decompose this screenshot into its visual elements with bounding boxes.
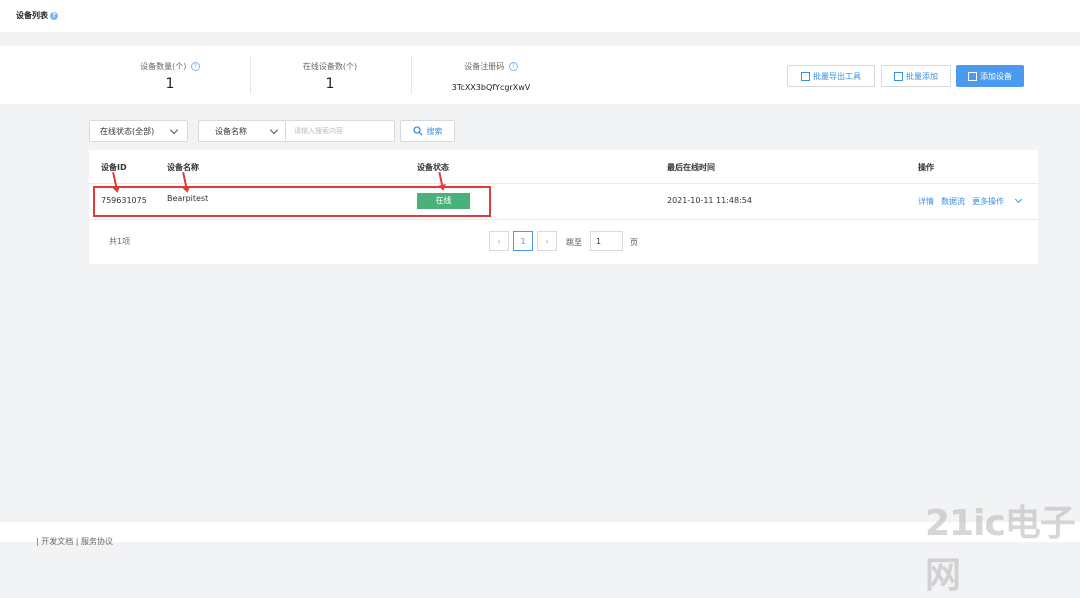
top-bar: 设备列表? xyxy=(0,0,1080,32)
watermark-logo: 21ic电子网 xyxy=(925,503,1076,596)
row-actions: 详情 数据流 更多操作 xyxy=(918,195,1028,207)
divider xyxy=(89,183,1038,184)
chevron-down-icon xyxy=(269,125,279,135)
search-input[interactable]: 请输入搜索内容 xyxy=(285,120,395,142)
batch-add-button[interactable]: 批量添加 xyxy=(881,65,951,87)
status-select[interactable]: 在线状态(全部) xyxy=(89,120,188,142)
next-page-button[interactable]: › xyxy=(537,231,557,251)
cell-last-online: 2021-10-11 11:48:54 xyxy=(667,196,752,205)
col-header-actions: 操作 xyxy=(918,163,934,172)
col-header-last-online: 最后在线时间 xyxy=(667,163,715,172)
footer: | 开发文档 | 服务协议 xyxy=(0,522,1080,546)
online-count-value: 1 xyxy=(325,76,335,92)
device-count-label: 设备数量(个) ? xyxy=(90,61,250,72)
export-tool-label: 批量导出工具 xyxy=(813,71,861,81)
page-1-button[interactable]: 1 xyxy=(513,231,533,251)
status-select-value: 在线状态(全部) xyxy=(100,126,155,136)
help-icon[interactable]: ? xyxy=(50,11,58,20)
online-count-label: 在线设备数(个) xyxy=(302,62,358,71)
export-tool-button[interactable]: 批量导出工具 xyxy=(787,65,875,87)
help-icon[interactable]: ? xyxy=(190,62,200,71)
search-button[interactable]: 搜索 xyxy=(400,120,455,142)
cube-icon xyxy=(968,71,977,81)
page-unit-label: 页 xyxy=(630,238,638,247)
reg-code-value: 3TcXX3bQfYcgrXwV xyxy=(451,83,531,92)
field-select-value: 设备名称 xyxy=(215,126,247,136)
more-actions-link[interactable]: 更多操作 xyxy=(972,195,1028,206)
field-select[interactable]: 设备名称 xyxy=(198,120,285,142)
page-title: 设备列表? xyxy=(16,10,58,21)
search-icon xyxy=(412,126,422,136)
reg-code-stat: 设备注册码 ? 3TcXX3bQfYcgrXwV xyxy=(411,46,571,104)
col-header-status: 设备状态 xyxy=(417,163,449,172)
download-icon xyxy=(801,71,810,81)
copy-icon xyxy=(894,71,903,81)
annotation-highlight-box xyxy=(93,186,491,217)
help-icon[interactable]: ? xyxy=(508,62,518,71)
jump-page-input[interactable]: 1 xyxy=(590,231,623,251)
batch-add-label: 批量添加 xyxy=(906,71,938,81)
online-count-stat: 在线设备数(个) 1 xyxy=(250,46,410,104)
divider xyxy=(89,219,1038,220)
chevron-down-icon xyxy=(1014,195,1022,204)
chevron-left-icon: ‹ xyxy=(497,236,501,246)
datastream-link[interactable]: 数据流 xyxy=(941,197,965,206)
chevron-right-icon: › xyxy=(545,236,549,246)
prev-page-button[interactable]: ‹ xyxy=(489,231,509,251)
device-count-stat: 设备数量(个) ? 1 xyxy=(90,46,250,104)
add-device-label: 添加设备 xyxy=(980,71,1012,81)
search-placeholder: 请输入搜索内容 xyxy=(294,127,343,135)
total-count: 共1项 xyxy=(109,237,131,246)
search-button-label: 搜索 xyxy=(426,126,443,136)
page-title-text: 设备列表 xyxy=(16,11,48,20)
reg-code-label: 设备注册码 ? xyxy=(411,61,571,72)
chevron-down-icon xyxy=(169,125,179,135)
jump-label: 跳至 xyxy=(566,238,582,247)
details-link[interactable]: 详情 xyxy=(918,197,934,206)
device-count-value: 1 xyxy=(165,76,175,92)
add-device-button[interactable]: 添加设备 xyxy=(956,65,1024,87)
